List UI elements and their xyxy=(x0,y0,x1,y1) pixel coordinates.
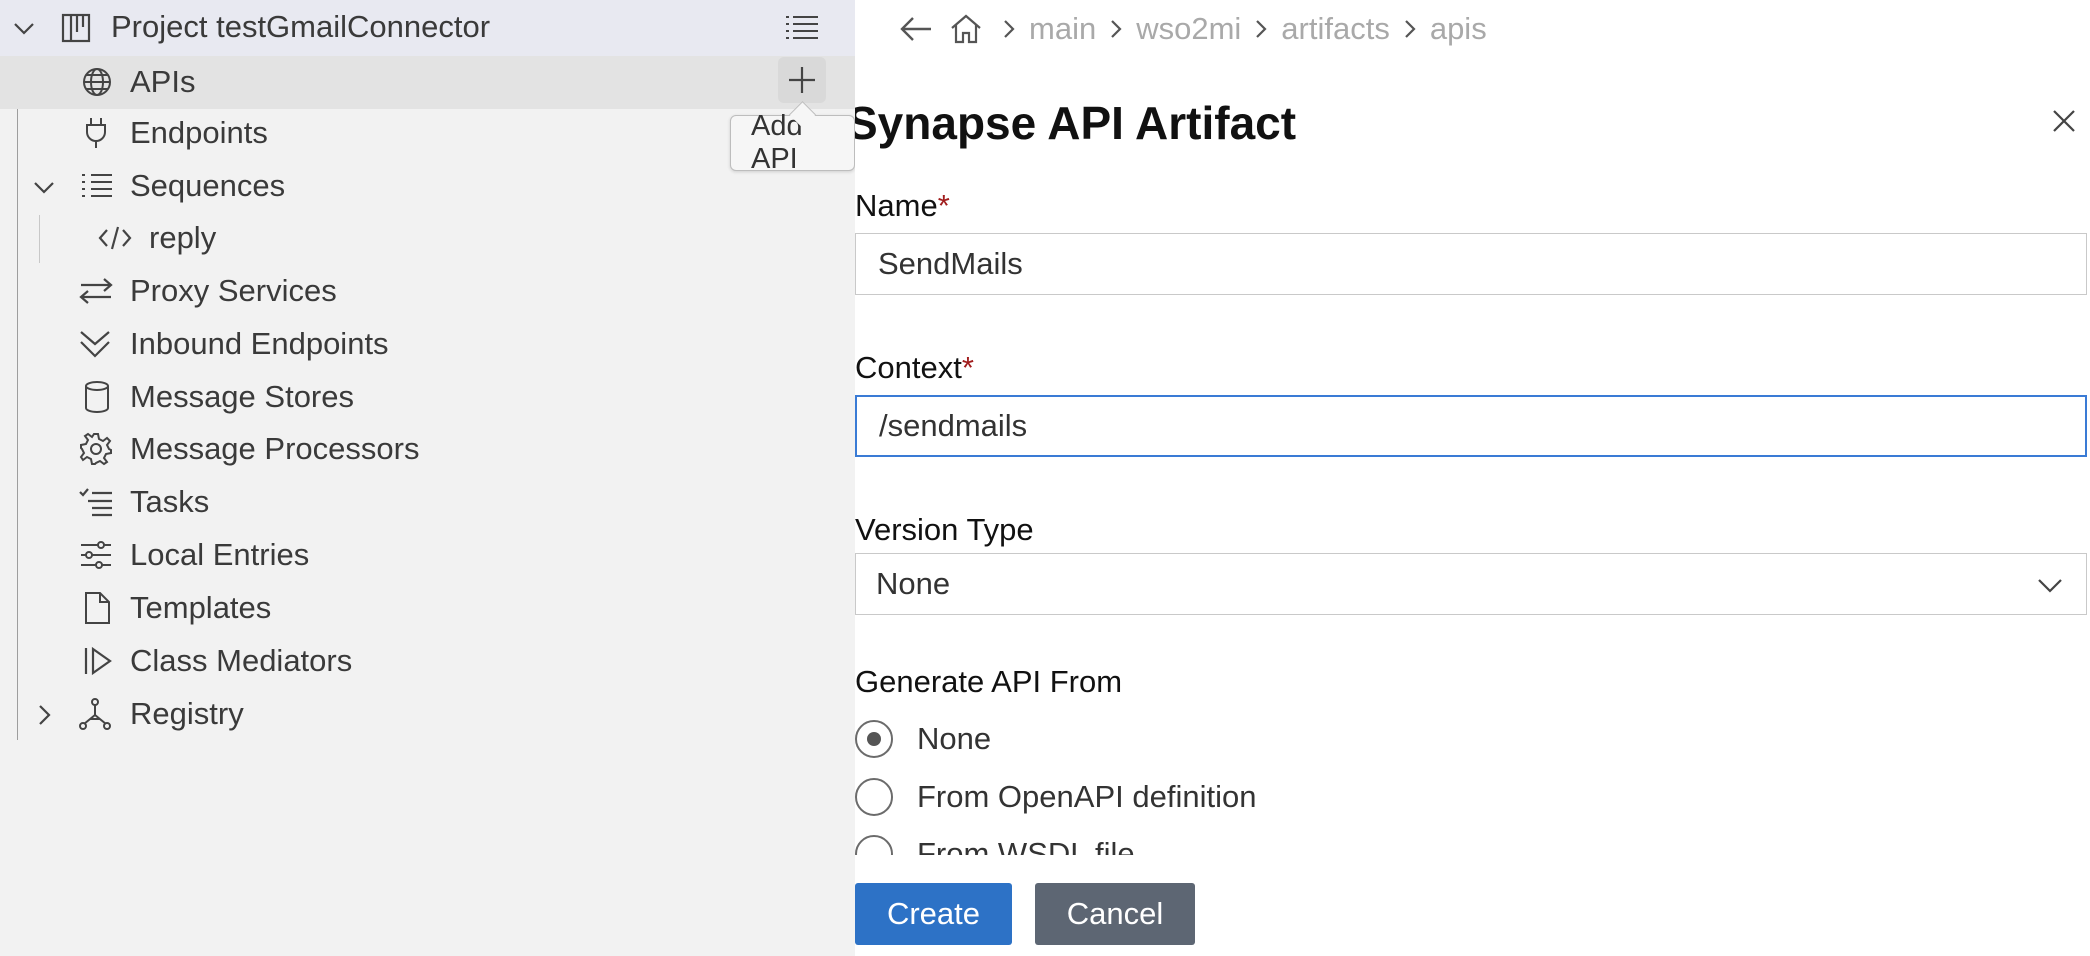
play-bar-icon xyxy=(80,643,116,679)
create-api-panel: main wso2mi artifacts apis Synapse API A… xyxy=(855,0,2090,956)
tree-item-endpoints[interactable]: Endpoints xyxy=(0,107,855,160)
version-type-label: Version Type xyxy=(855,512,1034,547)
context-label-text: Context xyxy=(855,350,962,385)
version-type-value: None xyxy=(876,566,951,601)
breadcrumb: main wso2mi artifacts apis xyxy=(899,8,1487,50)
list-icon xyxy=(79,168,115,204)
tree-item-message-stores[interactable]: Message Stores xyxy=(0,371,855,424)
breadcrumb-item[interactable]: artifacts xyxy=(1281,11,1390,47)
breadcrumb-item[interactable]: main xyxy=(1029,11,1096,47)
project-board-icon xyxy=(58,10,94,46)
tree-item-label: Tasks xyxy=(130,484,210,519)
radio-button-checked[interactable] xyxy=(855,720,893,758)
project-row[interactable]: Project testGmailConnector xyxy=(0,0,855,56)
tree-item-label: Proxy Services xyxy=(130,273,337,308)
tree-item-label: Templates xyxy=(130,590,272,625)
tree-item-label: Message Processors xyxy=(130,431,420,466)
radio-button[interactable] xyxy=(855,778,893,816)
radio-label: From OpenAPI definition xyxy=(917,779,1257,814)
tree-item-label: Endpoints xyxy=(130,115,268,150)
context-label: Context* xyxy=(855,350,974,386)
code-icon xyxy=(97,220,133,256)
database-icon xyxy=(79,379,115,415)
tree-item-label: APIs xyxy=(130,64,196,99)
chevron-right-icon xyxy=(1108,17,1124,41)
chevron-right-icon[interactable] xyxy=(29,700,59,730)
tree-item-sequences[interactable]: Sequences xyxy=(0,160,855,213)
tree-item-label: Registry xyxy=(130,696,244,731)
radio-openapi[interactable]: From OpenAPI definition xyxy=(855,777,1256,817)
context-field[interactable]: /sendmails xyxy=(855,395,2087,457)
cancel-button[interactable]: Cancel xyxy=(1035,883,1195,945)
tree-item-label: reply xyxy=(149,220,217,255)
required-mark: * xyxy=(961,350,974,385)
version-type-select[interactable]: None xyxy=(855,553,2087,615)
project-label: Project testGmailConnector xyxy=(111,9,491,44)
chevron-down-icon xyxy=(2036,571,2064,607)
create-button[interactable]: Create xyxy=(855,883,1012,945)
name-label-text: Name xyxy=(855,188,938,223)
tree-item-message-processors[interactable]: Message Processors xyxy=(0,423,855,476)
tree-item-templates[interactable]: Templates xyxy=(0,582,855,635)
breadcrumb-item[interactable]: wso2mi xyxy=(1136,11,1241,47)
name-field[interactable]: SendMails xyxy=(855,233,2087,295)
tree-item-apis[interactable]: APIs xyxy=(0,56,855,109)
tree-item-registry[interactable]: Registry xyxy=(0,688,855,741)
double-chevron-down-icon xyxy=(77,326,113,362)
breadcrumb-item[interactable]: apis xyxy=(1430,11,1487,47)
name-field-value: SendMails xyxy=(878,246,1023,281)
add-api-button[interactable] xyxy=(778,57,826,103)
tree-item-proxy-services[interactable]: Proxy Services xyxy=(0,265,855,318)
generate-api-from-label: Generate API From xyxy=(855,664,1123,699)
globe-icon xyxy=(79,64,115,100)
chevron-right-icon xyxy=(1001,17,1017,41)
back-arrow-icon[interactable] xyxy=(899,14,933,44)
tree-item-label: Message Stores xyxy=(130,379,354,414)
list-view-icon[interactable] xyxy=(780,10,824,46)
tree-item-local-entries[interactable]: Local Entries xyxy=(0,529,855,582)
tree-item-class-mediators[interactable]: Class Mediators xyxy=(0,635,855,688)
file-icon xyxy=(79,590,115,626)
chevron-right-icon xyxy=(1402,17,1418,41)
chevron-down-icon[interactable] xyxy=(29,172,59,202)
radio-none[interactable]: None xyxy=(855,719,991,759)
checklist-icon xyxy=(78,484,114,520)
required-mark: * xyxy=(937,188,950,223)
chevron-right-icon xyxy=(1253,17,1269,41)
add-api-tooltip: Add API xyxy=(730,110,855,175)
close-icon[interactable] xyxy=(2048,105,2080,137)
arrows-swap-icon xyxy=(78,273,114,309)
tree-item-inbound-endpoints[interactable]: Inbound Endpoints xyxy=(0,318,855,371)
tree-item-label: Local Entries xyxy=(130,537,310,572)
project-explorer: Project testGmailConnector APIs Endpoint… xyxy=(0,0,855,956)
plug-icon xyxy=(78,115,114,151)
context-field-value: /sendmails xyxy=(879,408,1028,443)
tree-item-label: Sequences xyxy=(130,168,286,203)
gear-icon xyxy=(78,431,114,467)
network-icon xyxy=(77,696,113,732)
page-title: Synapse API Artifact xyxy=(855,97,1297,149)
tree-item-tasks[interactable]: Tasks xyxy=(0,476,855,529)
sliders-icon xyxy=(78,537,114,573)
radio-label: None xyxy=(917,721,992,756)
tree-item-reply[interactable]: reply xyxy=(0,212,855,265)
tree-item-label: Inbound Endpoints xyxy=(130,326,389,361)
plus-icon xyxy=(789,67,815,93)
home-icon[interactable] xyxy=(949,13,983,45)
name-label: Name* xyxy=(855,188,950,224)
chevron-down-icon[interactable] xyxy=(9,13,39,43)
tree-item-label: Class Mediators xyxy=(130,643,353,678)
